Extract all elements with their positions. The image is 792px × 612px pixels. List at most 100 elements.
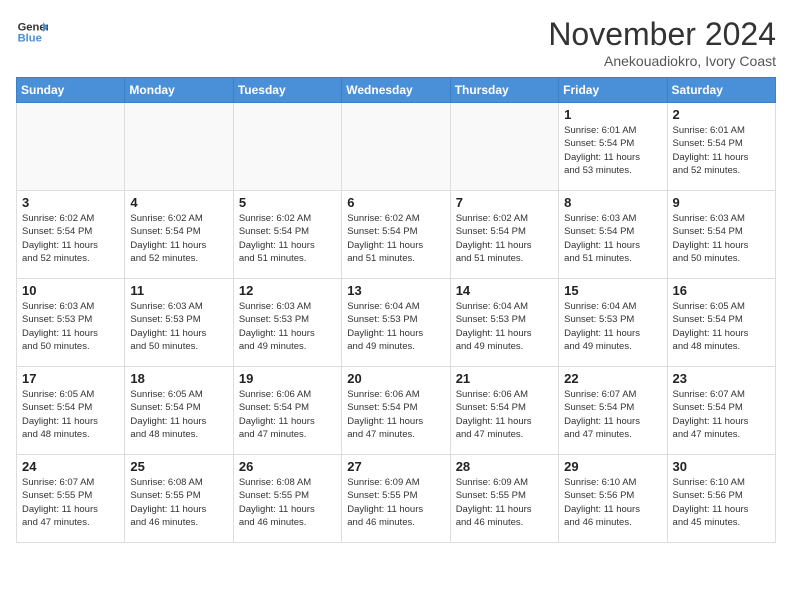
day-number: 19 xyxy=(239,371,336,386)
day-info: Sunrise: 6:02 AMSunset: 5:54 PMDaylight:… xyxy=(456,212,553,265)
day-number: 14 xyxy=(456,283,553,298)
day-number: 23 xyxy=(673,371,770,386)
calendar-cell: 5Sunrise: 6:02 AMSunset: 5:54 PMDaylight… xyxy=(233,191,341,279)
day-number: 30 xyxy=(673,459,770,474)
day-info: Sunrise: 6:06 AMSunset: 5:54 PMDaylight:… xyxy=(456,388,553,441)
calendar-cell: 19 Sunrise: 6:06 AMSunset: 5:54 PMDayligh… xyxy=(233,367,341,455)
day-info: Sunrise: 6:09 AMSunset: 5:55 PMDaylight:… xyxy=(456,476,553,529)
calendar-cell xyxy=(450,103,558,191)
page-header: General Blue November 2024 Anekouadiokro… xyxy=(16,16,776,69)
day-info: Sunrise: 6:02 AMSunset: 5:54 PMDaylight:… xyxy=(130,212,227,265)
weekday-header-sunday: Sunday xyxy=(17,78,125,103)
calendar-cell xyxy=(233,103,341,191)
calendar-cell: 1 Sunrise: 6:01 AMSunset: 5:54 PMDaylight… xyxy=(559,103,667,191)
logo: General Blue xyxy=(16,16,48,48)
calendar-cell xyxy=(125,103,233,191)
calendar-cell: 26 Sunrise: 6:08 AMSunset: 5:55 PMDayligh… xyxy=(233,455,341,543)
title-block: November 2024 Anekouadiokro, Ivory Coast xyxy=(548,16,776,69)
day-number: 16 xyxy=(673,283,770,298)
day-info: Sunrise: 6:02 AMSunset: 5:54 PMDaylight:… xyxy=(22,212,119,265)
day-info: Sunrise: 6:06 AMSunset: 5:54 PMDaylight:… xyxy=(347,388,444,441)
day-info: Sunrise: 6:09 AMSunset: 5:55 PMDaylight:… xyxy=(347,476,444,529)
calendar-table: SundayMondayTuesdayWednesdayThursdayFrid… xyxy=(16,77,776,543)
calendar-cell: 20 Sunrise: 6:06 AMSunset: 5:54 PMDayligh… xyxy=(342,367,450,455)
day-number: 4 xyxy=(130,195,227,210)
calendar-cell xyxy=(17,103,125,191)
weekday-header-friday: Friday xyxy=(559,78,667,103)
month-title: November 2024 xyxy=(548,16,776,53)
day-number: 1 xyxy=(564,107,661,122)
day-info: Sunrise: 6:01 AMSunset: 5:54 PMDaylight:… xyxy=(564,124,661,177)
day-info: Sunrise: 6:02 AMSunset: 5:54 PMDaylight:… xyxy=(347,212,444,265)
day-number: 29 xyxy=(564,459,661,474)
day-info: Sunrise: 6:05 AMSunset: 5:54 PMDaylight:… xyxy=(673,300,770,353)
day-number: 24 xyxy=(22,459,119,474)
week-row-5: 24 Sunrise: 6:07 AMSunset: 5:55 PMDayligh… xyxy=(17,455,776,543)
day-info: Sunrise: 6:07 AMSunset: 5:54 PMDaylight:… xyxy=(564,388,661,441)
week-row-2: 3 Sunrise: 6:02 AMSunset: 5:54 PMDaylight… xyxy=(17,191,776,279)
day-number: 3 xyxy=(22,195,119,210)
calendar-cell: 23 Sunrise: 6:07 AMSunset: 5:54 PMDayligh… xyxy=(667,367,775,455)
week-row-1: 1 Sunrise: 6:01 AMSunset: 5:54 PMDaylight… xyxy=(17,103,776,191)
calendar-cell xyxy=(342,103,450,191)
weekday-header-monday: Monday xyxy=(125,78,233,103)
day-number: 28 xyxy=(456,459,553,474)
day-info: Sunrise: 6:08 AMSunset: 5:55 PMDaylight:… xyxy=(239,476,336,529)
calendar-cell: 10Sunrise: 6:03 AMSunset: 5:53 PMDayligh… xyxy=(17,279,125,367)
day-number: 9 xyxy=(673,195,770,210)
svg-text:Blue: Blue xyxy=(18,33,42,45)
calendar-cell: 6 Sunrise: 6:02 AMSunset: 5:54 PMDaylight… xyxy=(342,191,450,279)
location: Anekouadiokro, Ivory Coast xyxy=(548,53,776,69)
day-info: Sunrise: 6:02 AMSunset: 5:54 PMDaylight:… xyxy=(239,212,336,265)
calendar-cell: 7 Sunrise: 6:02 AMSunset: 5:54 PMDaylight… xyxy=(450,191,558,279)
day-number: 15 xyxy=(564,283,661,298)
day-info: Sunrise: 6:04 AMSunset: 5:53 PMDaylight:… xyxy=(564,300,661,353)
week-row-4: 17 Sunrise: 6:05 AMSunset: 5:54 PMDayligh… xyxy=(17,367,776,455)
calendar-cell: 2 Sunrise: 6:01 AMSunset: 5:54 PMDaylight… xyxy=(667,103,775,191)
calendar-cell: 17 Sunrise: 6:05 AMSunset: 5:54 PMDayligh… xyxy=(17,367,125,455)
day-info: Sunrise: 6:05 AMSunset: 5:54 PMDaylight:… xyxy=(22,388,119,441)
day-info: Sunrise: 6:04 AMSunset: 5:53 PMDaylight:… xyxy=(347,300,444,353)
calendar-cell: 18Sunrise: 6:05 AMSunset: 5:54 PMDayligh… xyxy=(125,367,233,455)
day-number: 10 xyxy=(22,283,119,298)
calendar-cell: 25Sunrise: 6:08 AMSunset: 5:55 PMDayligh… xyxy=(125,455,233,543)
weekday-header-tuesday: Tuesday xyxy=(233,78,341,103)
day-number: 22 xyxy=(564,371,661,386)
day-info: Sunrise: 6:04 AMSunset: 5:53 PMDaylight:… xyxy=(456,300,553,353)
calendar-cell: 8 Sunrise: 6:03 AMSunset: 5:54 PMDaylight… xyxy=(559,191,667,279)
logo-icon: General Blue xyxy=(16,16,48,48)
calendar-cell: 4 Sunrise: 6:02 AMSunset: 5:54 PMDaylight… xyxy=(125,191,233,279)
calendar-cell: 15 Sunrise: 6:04 AMSunset: 5:53 PMDayligh… xyxy=(559,279,667,367)
day-info: Sunrise: 6:01 AMSunset: 5:54 PMDaylight:… xyxy=(673,124,770,177)
calendar-cell: 30 Sunrise: 6:10 AMSunset: 5:56 PMDayligh… xyxy=(667,455,775,543)
day-number: 17 xyxy=(22,371,119,386)
day-number: 25 xyxy=(130,459,227,474)
calendar-cell: 28 Sunrise: 6:09 AMSunset: 5:55 PMDayligh… xyxy=(450,455,558,543)
calendar-cell: 14 Sunrise: 6:04 AMSunset: 5:53 PMDayligh… xyxy=(450,279,558,367)
day-number: 6 xyxy=(347,195,444,210)
calendar-cell: 9Sunrise: 6:03 AMSunset: 5:54 PMDaylight… xyxy=(667,191,775,279)
calendar-cell: 22 Sunrise: 6:07 AMSunset: 5:54 PMDayligh… xyxy=(559,367,667,455)
calendar-cell: 16 Sunrise: 6:05 AMSunset: 5:54 PMDayligh… xyxy=(667,279,775,367)
calendar-cell: 24 Sunrise: 6:07 AMSunset: 5:55 PMDayligh… xyxy=(17,455,125,543)
day-number: 27 xyxy=(347,459,444,474)
day-number: 11 xyxy=(130,283,227,298)
day-info: Sunrise: 6:03 AMSunset: 5:54 PMDaylight:… xyxy=(564,212,661,265)
day-number: 13 xyxy=(347,283,444,298)
day-info: Sunrise: 6:03 AMSunset: 5:53 PMDaylight:… xyxy=(130,300,227,353)
day-number: 26 xyxy=(239,459,336,474)
day-info: Sunrise: 6:06 AMSunset: 5:54 PMDaylight:… xyxy=(239,388,336,441)
calendar-cell: 12Sunrise: 6:03 AMSunset: 5:53 PMDayligh… xyxy=(233,279,341,367)
day-info: Sunrise: 6:07 AMSunset: 5:55 PMDaylight:… xyxy=(22,476,119,529)
day-info: Sunrise: 6:07 AMSunset: 5:54 PMDaylight:… xyxy=(673,388,770,441)
day-info: Sunrise: 6:10 AMSunset: 5:56 PMDaylight:… xyxy=(564,476,661,529)
day-info: Sunrise: 6:10 AMSunset: 5:56 PMDaylight:… xyxy=(673,476,770,529)
day-info: Sunrise: 6:03 AMSunset: 5:53 PMDaylight:… xyxy=(239,300,336,353)
day-number: 18 xyxy=(130,371,227,386)
day-number: 7 xyxy=(456,195,553,210)
day-number: 2 xyxy=(673,107,770,122)
calendar-cell: 21Sunrise: 6:06 AMSunset: 5:54 PMDayligh… xyxy=(450,367,558,455)
day-number: 8 xyxy=(564,195,661,210)
day-number: 20 xyxy=(347,371,444,386)
week-row-3: 10 Sunrise: 6:03 AMSunset: 5:53 PMDayligh… xyxy=(17,279,776,367)
